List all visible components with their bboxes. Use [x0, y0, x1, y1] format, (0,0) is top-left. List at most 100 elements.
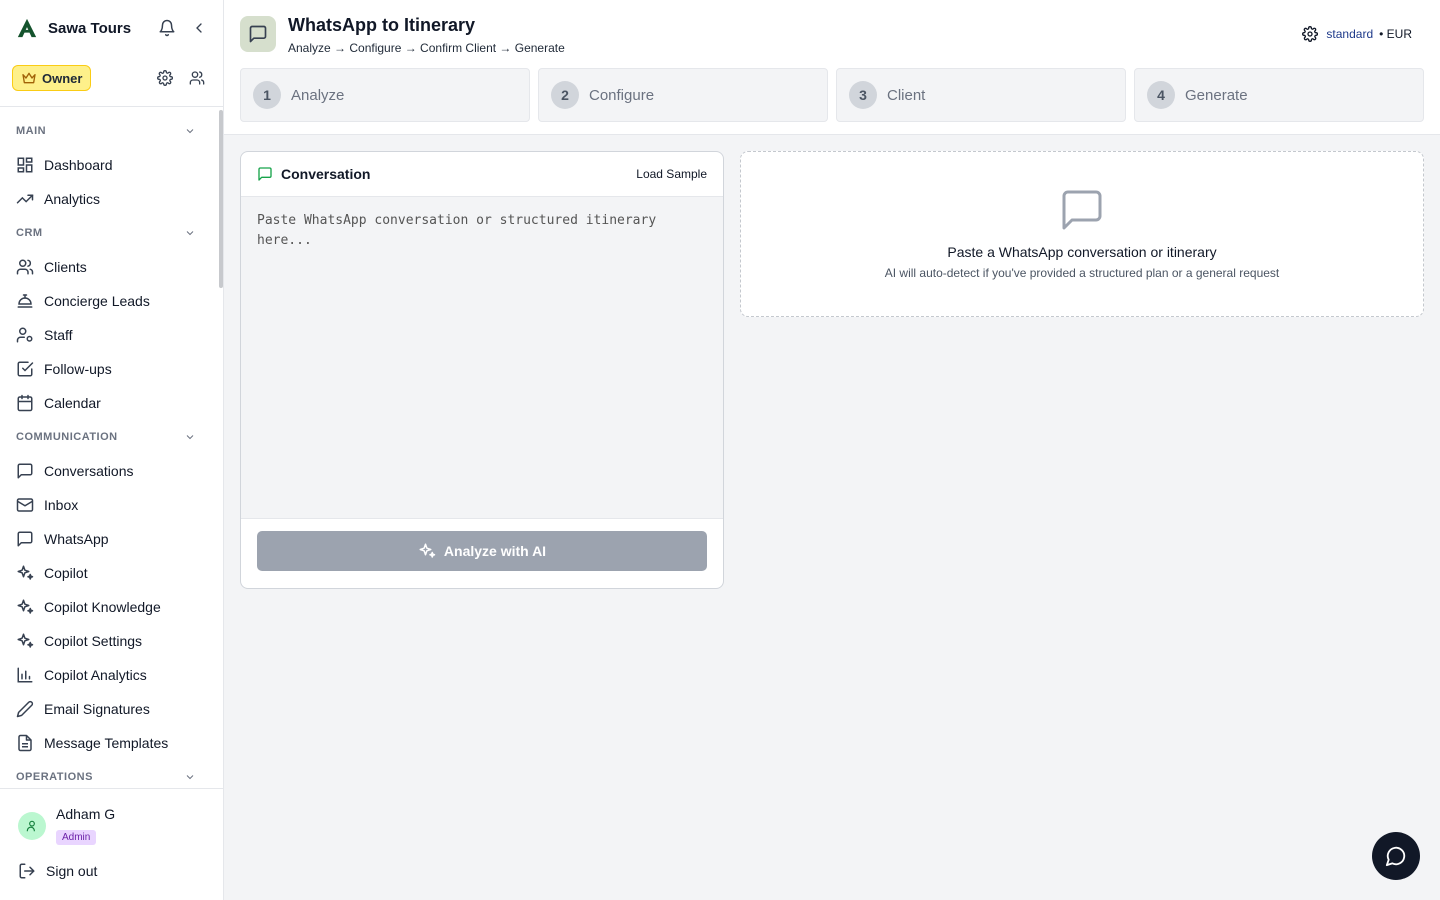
logo-icon [16, 17, 38, 39]
sidebar-item-copilot-settings[interactable]: Copilot Settings [0, 624, 218, 658]
section-crm[interactable]: CRM [0, 216, 218, 250]
file-text-icon [16, 734, 44, 752]
step-label: Analyze [291, 86, 345, 104]
collapse-sidebar-icon[interactable] [187, 16, 211, 40]
sidebar-nav: MAIN Dashboard Analytics CRM Clients Con… [0, 114, 218, 788]
currency-label: • EUR [1379, 27, 1412, 41]
step-client[interactable]: 3 Client [836, 68, 1126, 122]
empty-state-description: AI will auto-detect if you've provided a… [884, 266, 1280, 280]
step-number: 3 [849, 81, 877, 109]
chevron-down-icon [184, 771, 196, 783]
empty-state: Paste a WhatsApp conversation or itinera… [740, 151, 1424, 317]
message-circle-icon [1385, 845, 1407, 867]
sidebar-item-inbox[interactable]: Inbox [0, 488, 218, 522]
sparkles-icon [16, 632, 44, 650]
page-subtitle: Analyze → Configure → Confirm Client → G… [288, 41, 565, 55]
sidebar-item-label: Message Templates [44, 735, 169, 751]
mail-icon [16, 496, 44, 514]
section-communication[interactable]: COMMUNICATION [0, 420, 218, 454]
sidebar-item-message-templates[interactable]: Message Templates [0, 726, 218, 760]
crown-icon [21, 70, 37, 86]
sidebar-item-label: Staff [44, 327, 73, 343]
concierge-bell-icon [16, 292, 44, 310]
sidebar-item-label: Copilot Analytics [44, 667, 147, 683]
sidebar-item-label: Conversations [44, 463, 134, 479]
sidebar-item-email-signatures[interactable]: Email Signatures [0, 692, 218, 726]
sign-out-label: Sign out [46, 863, 98, 879]
conversation-footer: Analyze with AI [241, 518, 723, 588]
sidebar-item-analytics[interactable]: Analytics [0, 182, 218, 216]
dashboard-icon [16, 156, 44, 174]
sidebar-item-dashboard[interactable]: Dashboard [0, 148, 218, 182]
empty-state-title: Paste a WhatsApp conversation or itinera… [947, 244, 1217, 260]
user-name: Adham G [56, 806, 116, 822]
chat-fab-button[interactable] [1372, 832, 1420, 880]
sidebar-item-copilot-knowledge[interactable]: Copilot Knowledge [0, 590, 218, 624]
load-sample-button[interactable]: Load Sample [636, 167, 707, 181]
step-number: 2 [551, 81, 579, 109]
brand[interactable]: Sawa Tours [16, 14, 131, 42]
step-configure[interactable]: 2 Configure [538, 68, 828, 122]
check-square-icon [16, 360, 44, 378]
analyze-with-ai-button[interactable]: Analyze with AI [257, 531, 707, 571]
sidebar-item-concierge-leads[interactable]: Concierge Leads [0, 284, 218, 318]
section-operations[interactable]: OPERATIONS [0, 760, 218, 788]
sidebar-item-label: Follow-ups [44, 361, 112, 377]
sidebar-item-copilot[interactable]: Copilot [0, 556, 218, 590]
sidebar-item-copilot-analytics[interactable]: Copilot Analytics [0, 658, 218, 692]
step-label: Client [887, 86, 926, 104]
sidebar-item-calendar[interactable]: Calendar [0, 386, 218, 420]
sparkles-icon [418, 542, 436, 560]
users-icon[interactable] [185, 66, 209, 90]
sidebar-item-label: WhatsApp [44, 531, 109, 547]
sidebar-item-label: Copilot [44, 565, 88, 581]
divider [0, 106, 223, 107]
brand-name: Sawa Tours [48, 19, 132, 37]
chevron-down-icon [184, 227, 196, 239]
step-number: 1 [253, 81, 281, 109]
settings-icon[interactable] [153, 66, 177, 90]
sidebar-scrollbar[interactable] [219, 110, 223, 288]
tier-label: standard [1326, 27, 1374, 41]
owner-badge[interactable]: Owner [12, 65, 92, 91]
settings-icon [1302, 26, 1319, 42]
bell-icon[interactable] [155, 16, 179, 40]
page-title: WhatsApp to Itinerary [288, 15, 476, 35]
sidebar-item-follow-ups[interactable]: Follow-ups [0, 352, 218, 386]
page-header: WhatsApp to Itinerary Analyze → Configur… [224, 0, 1440, 135]
trending-up-icon [16, 190, 44, 208]
step-label: Generate [1185, 86, 1248, 104]
sign-out-button[interactable]: Sign out [18, 862, 97, 880]
section-label: CRM [16, 227, 43, 239]
sidebar-item-conversations[interactable]: Conversations [0, 454, 218, 488]
chevron-down-icon [184, 125, 196, 137]
user-profile[interactable]: Adham G Admin [18, 806, 115, 845]
users-icon [16, 258, 44, 276]
stepper: 1 Analyze 2 Configure 3 Client 4 Generat… [240, 68, 1424, 122]
step-analyze[interactable]: 1 Analyze [240, 68, 530, 122]
avatar [18, 812, 46, 840]
owner-label: Owner [42, 70, 83, 86]
chevron-down-icon [184, 431, 196, 443]
message-square-icon [240, 16, 276, 52]
message-square-icon [16, 530, 44, 548]
sidebar-item-clients[interactable]: Clients [0, 250, 218, 284]
settings-summary[interactable]: standard • EUR [1302, 26, 1412, 42]
conversation-title: Conversation [281, 166, 371, 182]
pen-icon [16, 700, 44, 718]
user-cog-icon [16, 326, 44, 344]
sidebar-item-staff[interactable]: Staff [0, 318, 218, 352]
sparkles-icon [16, 598, 44, 616]
sidebar-item-label: Inbox [44, 497, 79, 513]
conversation-card: Conversation Load Sample Analyze with AI [240, 151, 724, 589]
sidebar-item-label: Copilot Knowledge [44, 599, 161, 615]
conversation-input[interactable] [241, 197, 723, 518]
sidebar-item-label: Analytics [44, 191, 101, 207]
section-label: MAIN [16, 125, 47, 137]
section-main[interactable]: MAIN [0, 114, 218, 148]
bar-chart-icon [16, 666, 44, 684]
step-generate[interactable]: 4 Generate [1134, 68, 1424, 122]
sidebar-item-whatsapp[interactable]: WhatsApp [0, 522, 218, 556]
analyze-button-label: Analyze with AI [443, 543, 547, 559]
calendar-icon [16, 394, 44, 412]
